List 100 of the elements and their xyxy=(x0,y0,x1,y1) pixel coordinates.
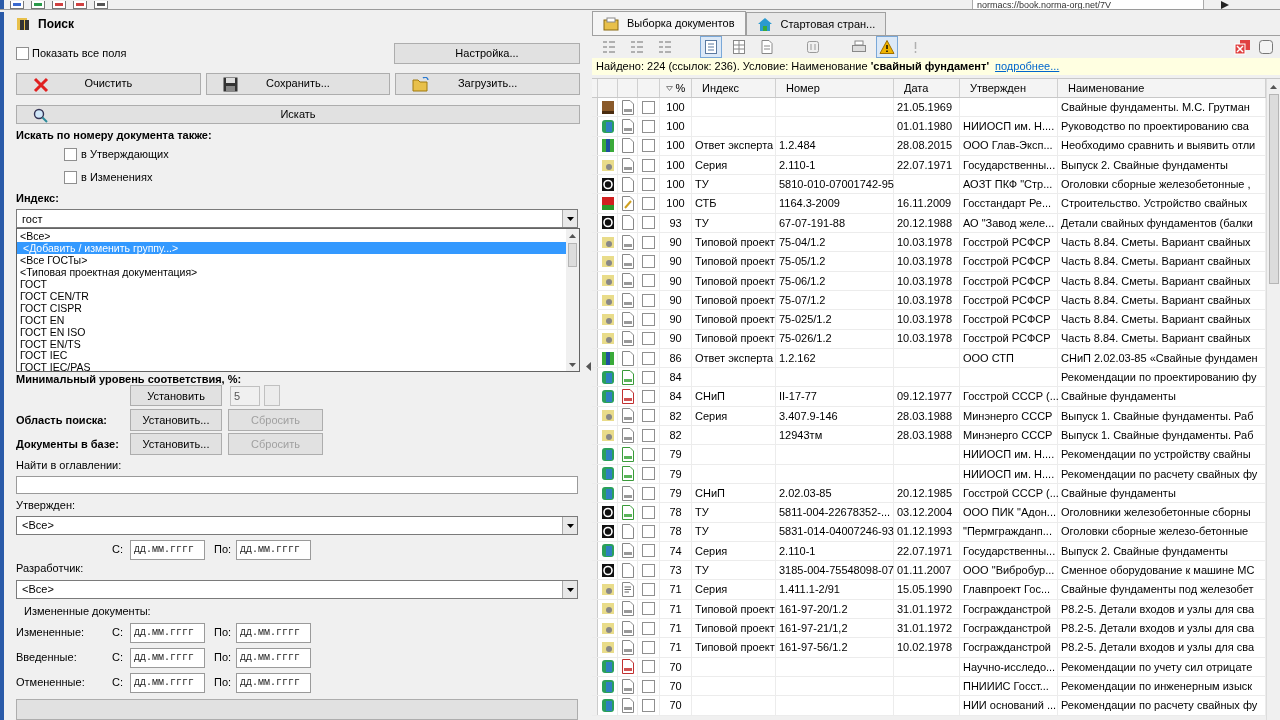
bottom-button[interactable] xyxy=(16,699,578,720)
date-field[interactable]: дд.мм.гггг xyxy=(236,647,311,668)
date-field[interactable]: дд.мм.гггг xyxy=(130,647,205,668)
document-type-icon xyxy=(600,659,615,675)
checkbox[interactable] xyxy=(642,274,655,288)
close-windows-icon[interactable] xyxy=(1234,39,1252,55)
window-icon[interactable] xyxy=(73,0,87,9)
toolbar-button[interactable] xyxy=(700,36,722,58)
table-row[interactable]: 70 НИИ оснований ... Рекомендации по расчету свайных фу xyxy=(592,696,1266,716)
toolbar-button[interactable] xyxy=(876,36,898,58)
checkbox[interactable] xyxy=(642,216,655,230)
dropdown-option[interactable]: ГОСТ EN xyxy=(17,313,566,326)
date-field[interactable]: дд.мм.гггг xyxy=(236,672,311,693)
checkbox[interactable] xyxy=(642,563,655,577)
document-icon xyxy=(621,176,634,192)
tab[interactable]: Выборка документов xyxy=(592,11,746,35)
checkbox[interactable] xyxy=(642,698,655,712)
checkbox[interactable] xyxy=(642,351,655,365)
checkbox[interactable] xyxy=(642,139,655,153)
window-icon[interactable] xyxy=(1258,39,1274,55)
dropdown-option[interactable]: <Типовая проектная документация> xyxy=(17,266,566,279)
search-button[interactable]: Искать xyxy=(16,104,580,125)
column-header[interactable]: Утвержден xyxy=(960,79,1058,97)
dropdown-option[interactable]: <Все ГОСТы> xyxy=(17,254,566,267)
window-icon[interactable] xyxy=(52,0,66,9)
address-field[interactable]: normacs://book.norma-org.net/7V xyxy=(972,0,1204,9)
checkbox[interactable] xyxy=(642,679,655,693)
details-link[interactable]: подробнее... xyxy=(995,58,1060,75)
dropdown-option[interactable]: <Все> xyxy=(17,230,566,243)
checkbox[interactable] xyxy=(642,428,655,442)
dropdown-option[interactable]: ГОСТ IEC/PAS xyxy=(17,361,566,374)
table-cell-text: Р8.2-5. Детали входов и узлы для сва xyxy=(1061,601,1255,617)
scroll-up-icon[interactable] xyxy=(569,234,576,239)
number-field[interactable]: 5 xyxy=(230,386,260,406)
checkbox[interactable] xyxy=(642,390,655,404)
dropdown-option[interactable]: ГОСТ CEN/TR xyxy=(17,289,566,302)
table-cell-text: 100 xyxy=(666,196,685,212)
set-button[interactable]: Установить... xyxy=(130,433,222,456)
checkbox[interactable] xyxy=(642,660,655,674)
checkbox[interactable] xyxy=(642,583,655,597)
scrollbar-thumb[interactable] xyxy=(568,243,577,268)
column-header[interactable]: % xyxy=(660,79,692,97)
checkbox[interactable] xyxy=(642,293,655,307)
document-type-icon xyxy=(600,138,615,154)
checkbox[interactable] xyxy=(642,409,655,423)
dropdown-option[interactable]: ГОСТ EN/TS xyxy=(17,337,566,350)
date-field[interactable]: дд.мм.гггг xyxy=(130,672,205,693)
checkbox[interactable] xyxy=(642,505,655,519)
scrollbar[interactable] xyxy=(1266,79,1280,720)
column-header[interactable]: Индекс xyxy=(692,79,776,97)
checkbox[interactable] xyxy=(642,602,655,616)
index-dropdown[interactable]: гост xyxy=(16,209,578,229)
checkbox[interactable] xyxy=(642,544,655,558)
date-field[interactable]: дд.мм.гггг xyxy=(130,539,205,560)
action-button[interactable]: Сохранить... xyxy=(205,72,391,95)
window-icon[interactable] xyxy=(10,0,24,9)
checkbox[interactable] xyxy=(642,486,655,500)
scrollbar-thumb[interactable] xyxy=(1268,94,1279,284)
checkbox[interactable] xyxy=(642,621,655,635)
checkbox[interactable] xyxy=(642,158,655,172)
date-field[interactable]: дд.мм.гггг xyxy=(236,622,311,643)
action-button[interactable]: Очистить xyxy=(16,72,201,95)
checkbox[interactable] xyxy=(642,370,655,384)
checkbox[interactable] xyxy=(642,332,655,346)
window-icon[interactable] xyxy=(94,0,108,9)
checkbox[interactable] xyxy=(642,640,655,654)
settings-button[interactable]: Настройка... xyxy=(394,42,580,64)
checkbox[interactable] xyxy=(642,119,655,133)
checkbox[interactable] xyxy=(64,148,77,162)
checkbox[interactable] xyxy=(642,255,655,268)
date-field[interactable]: дд.мм.гггг xyxy=(130,622,205,643)
checkbox[interactable] xyxy=(642,312,655,326)
action-button[interactable]: Загрузить... xyxy=(395,72,580,95)
column-header[interactable]: Номер xyxy=(776,79,894,97)
dropdown[interactable]: <Все> xyxy=(16,580,578,600)
set-button[interactable]: Установить xyxy=(130,385,222,407)
window-icon[interactable] xyxy=(31,0,45,9)
dropdown-option[interactable]: ГОСТ xyxy=(17,278,566,290)
column-header[interactable]: Дата xyxy=(894,79,960,97)
checkbox[interactable] xyxy=(642,448,655,461)
checkbox[interactable] xyxy=(16,46,29,60)
set-button[interactable]: Установить... xyxy=(130,409,222,432)
checkbox[interactable] xyxy=(64,170,77,184)
checkbox[interactable] xyxy=(642,235,655,249)
list-scrollbar[interactable] xyxy=(566,229,579,372)
checkbox[interactable] xyxy=(642,197,655,211)
dropdown-option[interactable]: ГОСТ CISPR xyxy=(17,301,566,314)
date-field[interactable]: дд.мм.гггг xyxy=(236,539,311,560)
scroll-down-icon[interactable] xyxy=(569,363,576,368)
tab[interactable]: Стартовая стран... xyxy=(745,12,887,35)
dropdown-option[interactable]: ГОСТ IEC xyxy=(17,349,566,362)
checkbox[interactable] xyxy=(642,100,655,114)
dropdown[interactable]: <Все> xyxy=(16,516,578,536)
dropdown-option[interactable]: ГОСТ EN ISO xyxy=(17,325,566,338)
text-field[interactable] xyxy=(16,476,578,495)
checkbox[interactable] xyxy=(642,525,655,539)
checkbox[interactable] xyxy=(642,177,655,191)
scroll-up-icon[interactable] xyxy=(1270,85,1277,89)
checkbox[interactable] xyxy=(642,467,655,481)
play-icon[interactable] xyxy=(1220,0,1230,9)
